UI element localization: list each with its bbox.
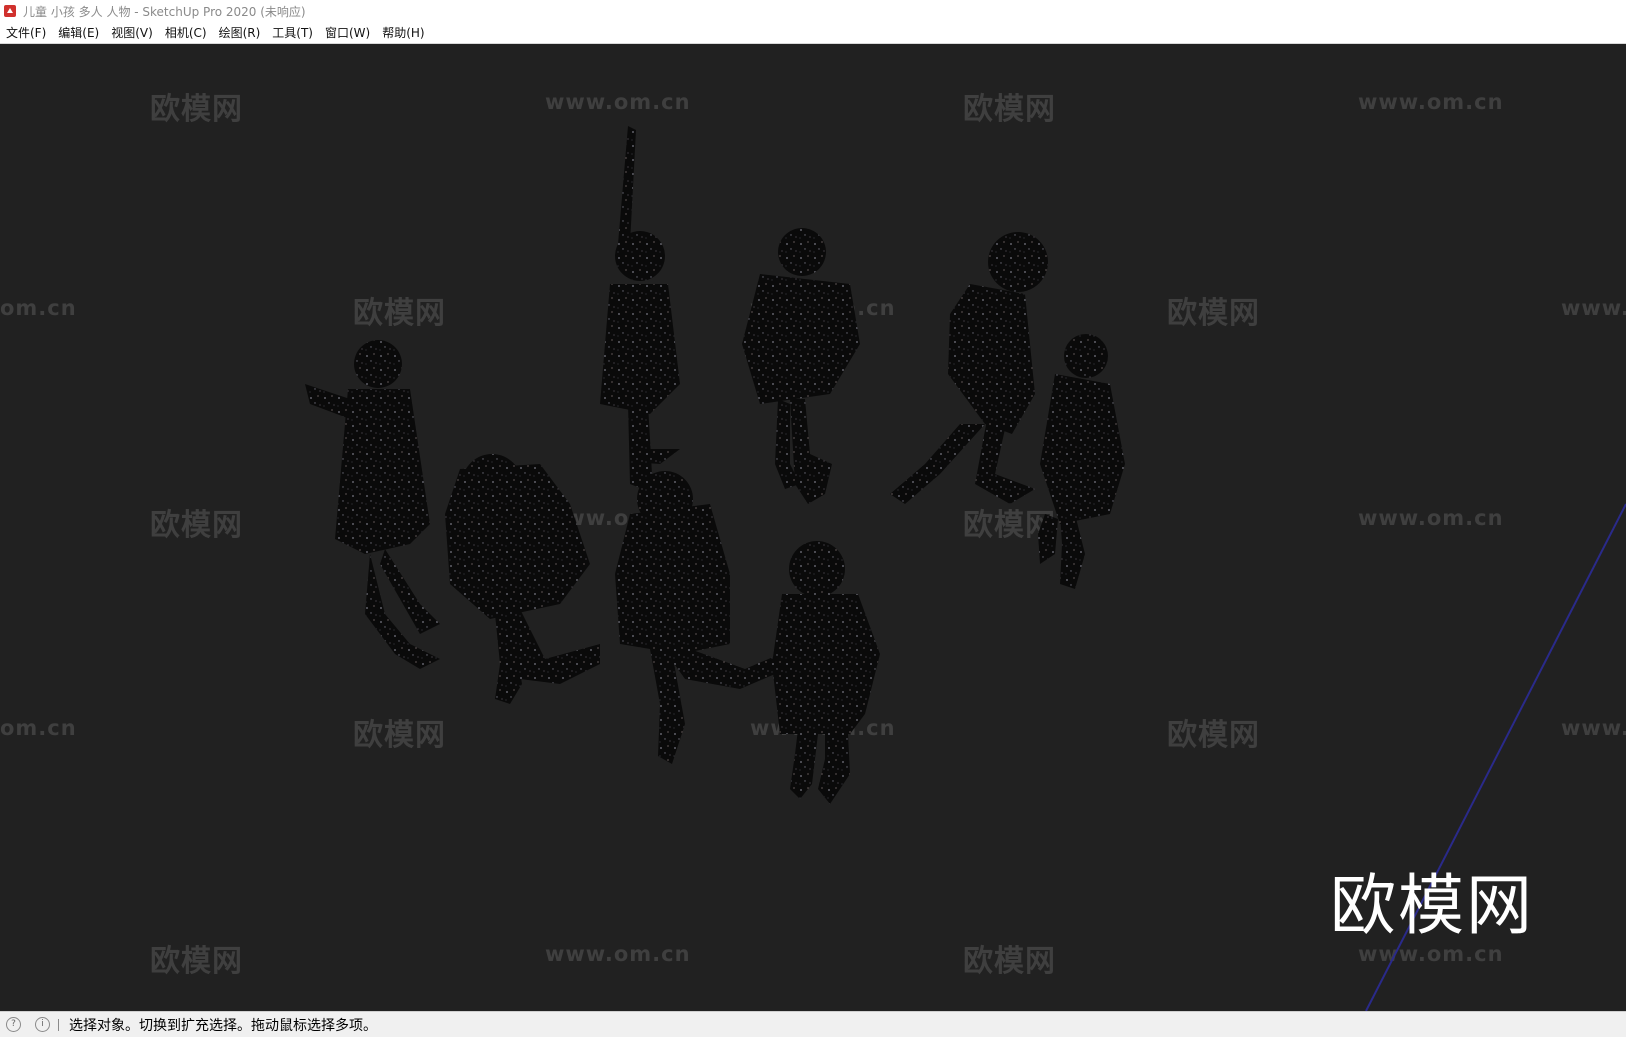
child-figure[interactable]	[772, 541, 880, 804]
child-figure[interactable]	[600, 126, 680, 492]
geo-location-icon[interactable]: ?	[6, 1017, 21, 1032]
child-figure[interactable]	[1038, 334, 1125, 589]
status-bar: ? i 选择对象。切换到扩充选择。拖动鼠标选择多项。	[0, 1011, 1626, 1037]
info-icon[interactable]: i	[35, 1017, 50, 1032]
scene-canvas	[305, 126, 1626, 1011]
status-message: 选择对象。切换到扩充选择。拖动鼠标选择多项。	[69, 1017, 377, 1034]
child-figure[interactable]	[742, 228, 860, 504]
menu-view[interactable]: 视图(V)	[105, 23, 159, 43]
title-bar: 儿童 小孩 多人 人物 - SketchUp Pro 2020 (未响应)	[0, 0, 1626, 22]
sketchup-logo-icon	[4, 5, 16, 17]
child-figure[interactable]	[305, 340, 440, 669]
status-separator	[58, 1018, 59, 1031]
menu-bar: 文件(F) 编辑(E) 视图(V) 相机(C) 绘图(R) 工具(T) 窗口(W…	[0, 22, 1626, 44]
window-title: 儿童 小孩 多人 人物 - SketchUp Pro 2020 (未响应)	[23, 4, 306, 19]
model-viewport[interactable]: 欧模网 www.om.cn 欧模网 www.om.cn om.cn 欧模网 ww…	[0, 44, 1626, 1011]
menu-help[interactable]: 帮助(H)	[376, 23, 430, 43]
menu-tools[interactable]: 工具(T)	[266, 23, 319, 43]
menu-camera[interactable]: 相机(C)	[159, 23, 213, 43]
menu-draw[interactable]: 绘图(R)	[213, 23, 267, 43]
child-figure[interactable]	[615, 471, 780, 764]
blue-axis-line	[1365, 503, 1626, 1011]
menu-file[interactable]: 文件(F)	[0, 23, 52, 43]
child-figure[interactable]	[445, 454, 600, 704]
menu-edit[interactable]: 编辑(E)	[52, 23, 105, 43]
menu-window[interactable]: 窗口(W)	[319, 23, 376, 43]
child-figure[interactable]	[890, 232, 1048, 504]
